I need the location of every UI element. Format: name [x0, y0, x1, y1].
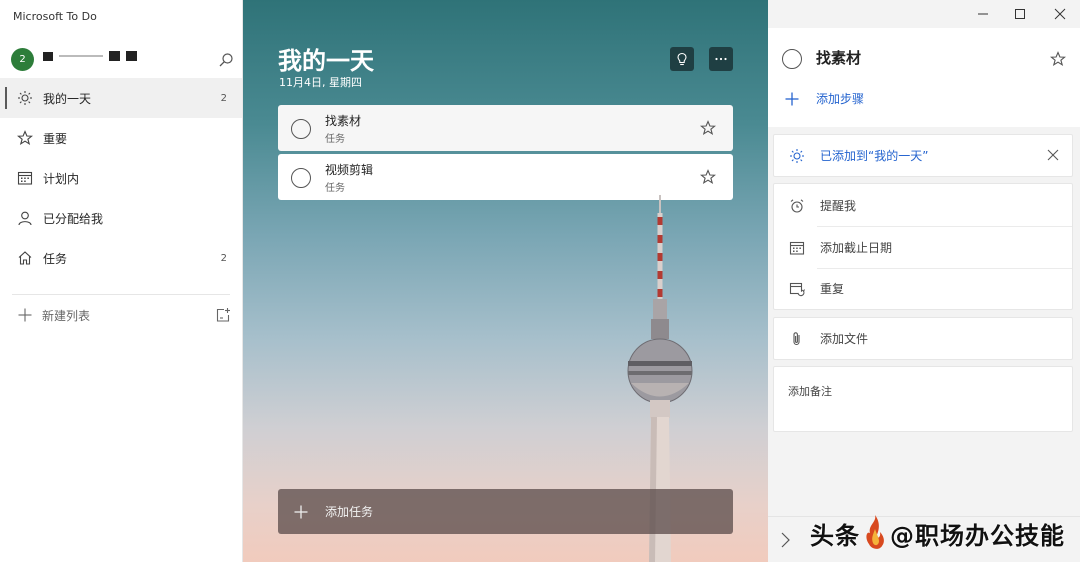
- sun-icon: [17, 90, 33, 106]
- task-title[interactable]: 找素材: [816, 47, 861, 68]
- sidebar-item-tasks[interactable]: 任务 2: [0, 238, 242, 278]
- due-date-row[interactable]: 添加截止日期: [774, 227, 1072, 268]
- new-list-button[interactable]: 新建列表: [0, 300, 242, 330]
- sidebar-item-label: 我的一天: [43, 91, 92, 106]
- more-icon: [715, 57, 727, 61]
- sun-icon: [789, 148, 805, 164]
- suggestions-button[interactable]: [670, 47, 694, 71]
- more-options-button[interactable]: [709, 47, 733, 71]
- task-name: 找素材: [325, 114, 362, 128]
- complete-checkbox[interactable]: [291, 119, 311, 139]
- add-file-row[interactable]: 添加文件: [774, 318, 1072, 359]
- lightbulb-icon: [677, 52, 687, 66]
- account-name-redacted: [43, 46, 137, 66]
- star-icon[interactable]: [700, 169, 716, 185]
- item-count: 2: [220, 252, 227, 264]
- task-name: 视频剪辑: [325, 163, 374, 177]
- account-header[interactable]: 2: [11, 46, 236, 72]
- search-icon[interactable]: [218, 52, 234, 68]
- task-list-name: 任务: [325, 134, 345, 145]
- sidebar-item-label: 已分配给我: [43, 211, 104, 226]
- repeat-row[interactable]: 重复: [774, 268, 1072, 309]
- sidebar-item-label: 任务: [43, 251, 68, 266]
- redaction-block: [43, 51, 53, 61]
- minimize-icon: [978, 13, 988, 15]
- watermark-left: 头条: [810, 521, 860, 550]
- page-date: 11月4日, 星期四: [279, 76, 362, 89]
- app-title: Microsoft To Do: [13, 10, 97, 23]
- chevron-right-icon[interactable]: [778, 531, 794, 549]
- remind-me-label: 提醒我: [820, 199, 857, 213]
- page-title: 我的一天: [278, 47, 374, 75]
- sidebar-item-label: 计划内: [43, 171, 80, 186]
- added-to-my-day-label: 已添加到“我的一天”: [820, 149, 929, 163]
- sidebar-nav: 我的一天 2 重要 计划内 已分配给我 任务 2: [0, 78, 242, 295]
- person-icon: [17, 210, 33, 226]
- sidebar-item-label: 重要: [43, 131, 68, 146]
- reminder-card: 提醒我 添加截止日期 重复: [773, 183, 1073, 310]
- task-list-name: 任务: [325, 183, 345, 194]
- star-icon[interactable]: [1050, 51, 1066, 67]
- plus-icon: [785, 92, 799, 105]
- sidebar-item-assigned[interactable]: 已分配给我: [0, 198, 242, 238]
- alarm-icon: [789, 198, 805, 214]
- sidebar-item-my-day[interactable]: 我的一天 2: [0, 78, 242, 118]
- calendar-icon: [789, 240, 805, 256]
- task-item[interactable]: 视频剪辑 任务: [278, 154, 733, 200]
- add-task-placeholder: 添加任务: [325, 505, 374, 519]
- add-step-label: 添加步骤: [816, 92, 865, 106]
- detail-panel: 找素材 添加步骤 已添加到“我的一天” 提醒我 添加截止日期 重复 添加文件 添…: [768, 0, 1080, 562]
- add-task-input[interactable]: 添加任务: [278, 489, 733, 534]
- minimize-button[interactable]: [974, 6, 992, 22]
- watermark-right: @职场办公技能: [890, 521, 1065, 550]
- redaction-block: [59, 55, 103, 57]
- complete-checkbox[interactable]: [291, 168, 311, 188]
- home-icon: [17, 250, 33, 266]
- close-icon: [1054, 8, 1066, 20]
- repeat-label: 重复: [820, 282, 845, 296]
- note-placeholder[interactable]: 添加备注: [788, 383, 832, 399]
- flame-logo-icon: [866, 515, 884, 549]
- sidebar-item-planned[interactable]: 计划内: [0, 158, 242, 198]
- due-date-label: 添加截止日期: [820, 241, 893, 255]
- complete-checkbox[interactable]: [782, 49, 802, 69]
- item-count: 2: [220, 92, 227, 104]
- task-item[interactable]: 找素材 任务: [278, 105, 733, 151]
- close-window-button[interactable]: [1051, 6, 1069, 22]
- repeat-icon: [789, 281, 805, 297]
- new-list-label: 新建列表: [42, 308, 91, 323]
- sidebar: Microsoft To Do 2 我的一天 2 重要 计划内 已分配给我 任务…: [0, 0, 243, 562]
- star-icon: [17, 130, 33, 146]
- maximize-icon: [1015, 9, 1025, 19]
- my-day-card: 已添加到“我的一天”: [773, 134, 1073, 177]
- remind-me-row[interactable]: 提醒我: [774, 185, 1072, 226]
- watermark: 头条 @职场办公技能: [810, 514, 1065, 552]
- sidebar-item-important[interactable]: 重要: [0, 118, 242, 158]
- added-to-my-day-row[interactable]: 已添加到“我的一天”: [774, 135, 1072, 176]
- plus-icon: [17, 307, 33, 323]
- file-card: 添加文件: [773, 317, 1073, 360]
- add-file-label: 添加文件: [820, 332, 869, 346]
- star-icon[interactable]: [700, 120, 716, 136]
- avatar[interactable]: 2: [11, 48, 34, 71]
- note-card[interactable]: 添加备注: [773, 366, 1073, 432]
- new-group-icon[interactable]: [215, 307, 231, 323]
- maximize-button[interactable]: [1011, 6, 1029, 22]
- plus-icon: [294, 505, 308, 518]
- add-step-button[interactable]: 添加步骤: [784, 90, 864, 107]
- calendar-icon: [17, 170, 33, 186]
- divider: [12, 294, 230, 295]
- remove-from-my-day-icon[interactable]: [1046, 148, 1060, 162]
- redaction-block: [109, 51, 120, 61]
- task-detail-header: 找素材 添加步骤: [768, 28, 1080, 127]
- paperclip-icon: [789, 331, 805, 347]
- main-panel: 我的一天 11月4日, 星期四 找素材 任务 视频剪辑 任务 添加任务: [243, 0, 768, 562]
- redaction-block: [126, 51, 137, 61]
